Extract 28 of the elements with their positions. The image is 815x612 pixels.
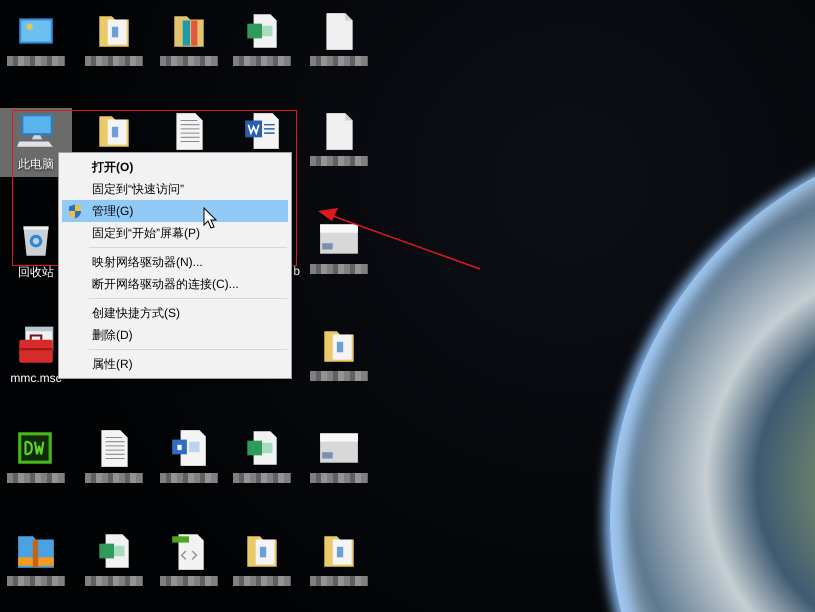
blurred-label (160, 56, 218, 66)
blurred-label (7, 576, 65, 586)
blurred-label (160, 473, 218, 483)
desktop-icon[interactable]: 此电脑 (0, 108, 72, 177)
blurred-label (310, 56, 368, 66)
blurred-label (310, 473, 368, 483)
blurred-label (233, 576, 291, 586)
blurred-label (160, 576, 218, 586)
mouse-pointer-icon (203, 207, 217, 229)
blurred-label (85, 576, 143, 586)
blurred-label (310, 156, 368, 166)
shield-icon (68, 204, 82, 219)
blurred-label (233, 473, 291, 483)
icon-label: mmc.msc (10, 371, 62, 385)
blurred-label (310, 264, 368, 274)
blurred-label (310, 576, 368, 586)
blurred-label (310, 371, 368, 381)
icon-label: 此电脑 (18, 156, 54, 173)
blurred-label (85, 473, 143, 483)
icon-label: 回收站 (18, 264, 54, 281)
menu-item[interactable]: 创建快捷方式(S) (62, 302, 288, 324)
icon-label: b (293, 264, 300, 278)
blurred-label (7, 56, 65, 66)
menu-item[interactable]: 固定到“快速访问” (62, 178, 288, 200)
blurred-label (233, 56, 291, 66)
blurred-label (7, 473, 65, 483)
menu-item[interactable]: 管理(G) (62, 200, 288, 222)
blurred-label (85, 56, 143, 66)
